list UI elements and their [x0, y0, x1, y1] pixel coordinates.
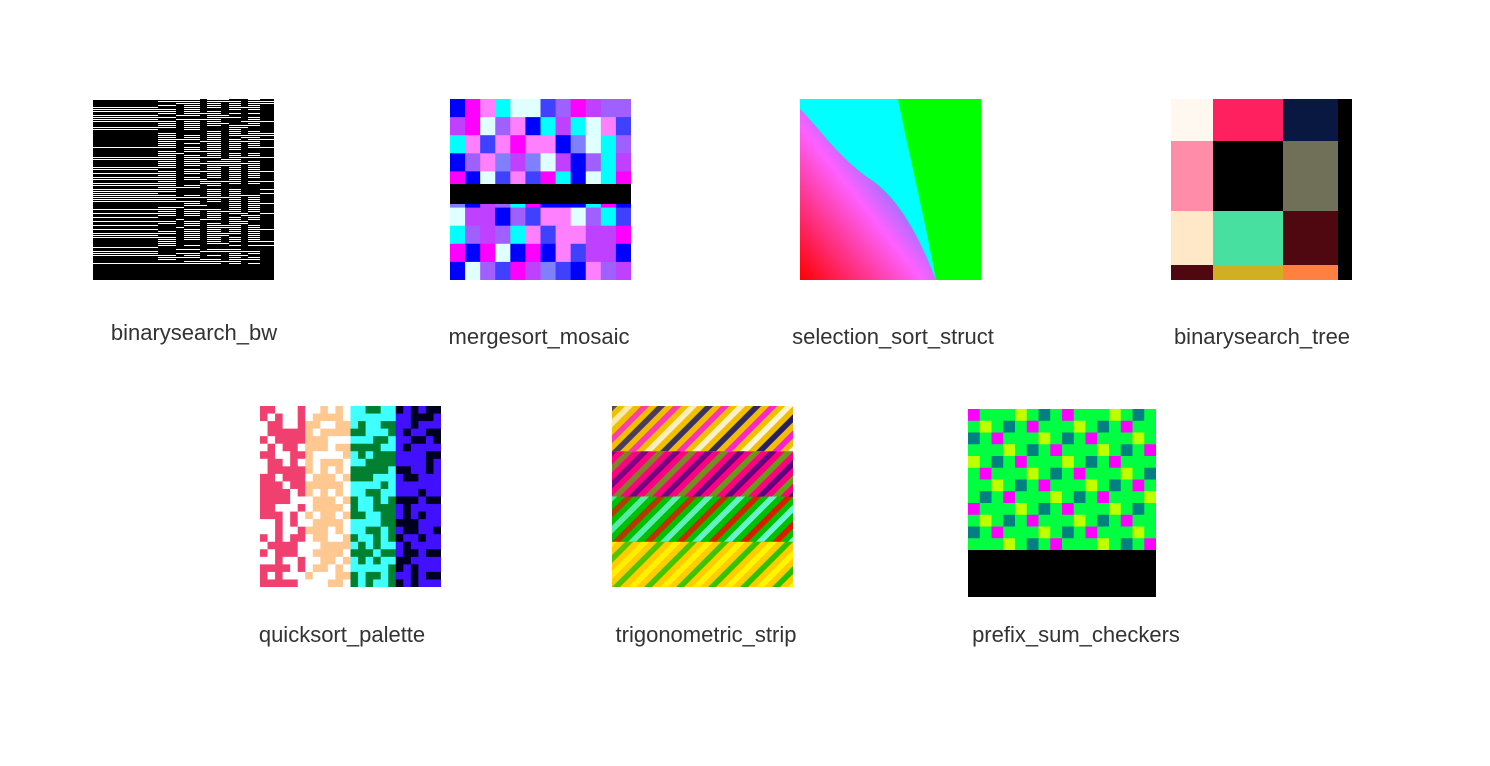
- quicksort-palette-image: [260, 406, 441, 587]
- mergesort-mosaic-caption: mergesort_mosaic: [448, 324, 630, 349]
- trigonometric-strip-caption: trigonometric_strip: [615, 622, 797, 647]
- prefix-sum-checkers-caption: prefix_sum_checkers: [972, 622, 1180, 647]
- selection-sort-struct-caption: selection_sort_struct: [792, 324, 994, 349]
- binarysearch-tree-image: [1171, 99, 1352, 280]
- prefix-sum-checkers-image: [968, 409, 1156, 597]
- trigonometric-strip-image: [612, 406, 793, 587]
- binarysearch-bw-image: [93, 99, 274, 280]
- binarysearch-bw-caption: binarysearch_bw: [110, 320, 278, 345]
- quicksort-palette-caption: quicksort_palette: [258, 622, 426, 647]
- selection-sort-struct-image: [800, 99, 981, 280]
- mergesort-mosaic-image: [450, 99, 631, 280]
- binarysearch-tree-caption: binarysearch_tree: [1173, 324, 1351, 349]
